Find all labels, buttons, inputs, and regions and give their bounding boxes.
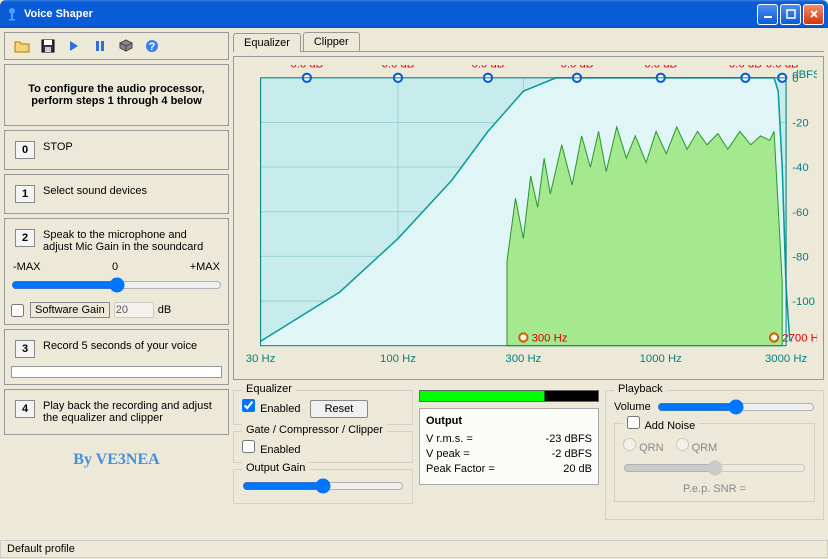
- volume-label: Volume: [614, 401, 651, 413]
- svg-text:-40: -40: [792, 162, 808, 174]
- qrm-label: QRM: [692, 442, 718, 454]
- help-icon[interactable]: ?: [143, 37, 161, 55]
- snr-label: P.e.p. SNR =: [623, 483, 806, 495]
- status-bar: Default profile: [0, 540, 828, 558]
- svg-text:0.0 dB: 0.0 dB: [766, 65, 799, 71]
- step-4-label: Play back the recording and adjust the e…: [43, 400, 218, 424]
- record-progress: [11, 366, 222, 378]
- svg-text:300 Hz: 300 Hz: [505, 353, 541, 365]
- svg-text:30 Hz: 30 Hz: [246, 353, 276, 365]
- qrm-radio: [676, 438, 689, 451]
- close-button[interactable]: [803, 4, 824, 25]
- step-1-label: Select sound devices: [43, 185, 218, 197]
- output-vrms-label: V r.m.s. =: [426, 433, 473, 445]
- step-4-panel: 4 Play back the recording and adjust the …: [4, 389, 229, 435]
- software-gain-label: Software Gain: [30, 302, 110, 318]
- gain-max-label: +MAX: [190, 261, 220, 273]
- step-0-panel: 0 STOP: [4, 130, 229, 170]
- gate-enabled-label: Enabled: [260, 444, 300, 456]
- volume-slider[interactable]: [657, 399, 815, 415]
- svg-text:0.0 dB: 0.0 dB: [561, 65, 594, 71]
- svg-text:-60: -60: [792, 207, 808, 219]
- toolbar: ?: [4, 32, 229, 60]
- step-0-button[interactable]: 0: [15, 141, 35, 159]
- open-icon[interactable]: [13, 37, 31, 55]
- equalizer-reset-button[interactable]: Reset: [310, 400, 369, 418]
- maximize-button[interactable]: [780, 4, 801, 25]
- tab-equalizer[interactable]: Equalizer: [233, 33, 301, 52]
- step-2-panel: 2 Speak to the microphone and adjust Mic …: [4, 218, 229, 325]
- playback-group-title: Playback: [614, 383, 667, 395]
- play-icon[interactable]: [65, 37, 83, 55]
- gate-group-title: Gate / Compressor / Clipper: [242, 424, 387, 436]
- vu-meter: [419, 390, 599, 402]
- step-2-label: Speak to the microphone and adjust Mic G…: [43, 229, 218, 253]
- software-gain-value[interactable]: [114, 302, 154, 318]
- output-gain-slider[interactable]: [242, 478, 404, 494]
- spectrum-chart[interactable]: 0-20-40-60-80-10030 Hz100 Hz300 Hz1000 H…: [233, 56, 824, 380]
- output-box: Output V r.m.s. = -23 dBFS V peak = -2 dBF…: [419, 408, 599, 485]
- svg-text:-20: -20: [792, 118, 808, 130]
- output-vrms-value: -23 dBFS: [546, 433, 592, 445]
- software-gain-unit: dB: [158, 304, 171, 316]
- tab-bar: Equalizer Clipper: [233, 32, 824, 52]
- output-peakfactor-value: 20 dB: [563, 463, 592, 475]
- gain-mid-label: 0: [112, 261, 118, 273]
- gate-enabled-checkbox[interactable]: [242, 440, 255, 453]
- svg-text:0.0 dB: 0.0 dB: [382, 65, 415, 71]
- addnoise-label: Add Noise: [644, 420, 695, 432]
- svg-text:300 Hz: 300 Hz: [532, 333, 568, 345]
- noise-slider: [623, 460, 806, 476]
- step-4-button[interactable]: 4: [15, 400, 35, 418]
- qrn-label: QRN: [639, 442, 663, 454]
- output-peakfactor-label: Peak Factor =: [426, 463, 495, 475]
- step-1-button[interactable]: 1: [15, 185, 35, 203]
- svg-text:1000 Hz: 1000 Hz: [640, 353, 683, 365]
- addnoise-checkbox[interactable]: [627, 416, 640, 429]
- software-gain-checkbox[interactable]: [11, 304, 24, 317]
- svg-text:dBFS: dBFS: [792, 69, 817, 81]
- svg-text:0.0 dB: 0.0 dB: [729, 65, 762, 71]
- step-0-label: STOP: [43, 141, 218, 153]
- svg-text:-80: -80: [792, 252, 808, 264]
- output-vpeak-value: -2 dBFS: [552, 448, 592, 460]
- svg-text:3000 Hz: 3000 Hz: [765, 353, 808, 365]
- step-1-panel: 1 Select sound devices: [4, 174, 229, 214]
- save-icon[interactable]: [39, 37, 57, 55]
- pause-icon[interactable]: [91, 37, 109, 55]
- svg-text:0.0 dB: 0.0 dB: [290, 65, 323, 71]
- equalizer-group-title: Equalizer: [242, 383, 296, 395]
- svg-text:0.0 dB: 0.0 dB: [472, 65, 505, 71]
- svg-text:?: ?: [149, 41, 156, 53]
- svg-text:2700 Hz: 2700 Hz: [782, 333, 817, 345]
- gain-min-label: -MAX: [13, 261, 41, 273]
- titlebar: Voice Shaper: [0, 0, 828, 28]
- step-3-label: Record 5 seconds of your voice: [43, 340, 218, 352]
- instruction-text: To configure the audio processor, perfor…: [4, 64, 229, 126]
- step-2-button[interactable]: 2: [15, 229, 35, 247]
- step-3-button[interactable]: 3: [15, 340, 35, 358]
- output-title: Output: [426, 415, 592, 427]
- minimize-button[interactable]: [757, 4, 778, 25]
- window-title: Voice Shaper: [24, 8, 755, 20]
- step-3-panel: 3 Record 5 seconds of your voice: [4, 329, 229, 385]
- mic-gain-slider[interactable]: [11, 277, 222, 293]
- svg-text:-100: -100: [792, 296, 815, 308]
- cube-icon[interactable]: [117, 37, 135, 55]
- qrn-radio: [623, 438, 636, 451]
- output-gain-title: Output Gain: [242, 462, 309, 474]
- svg-text:100 Hz: 100 Hz: [380, 353, 416, 365]
- equalizer-enabled-label: Enabled: [260, 403, 300, 415]
- app-icon: [4, 6, 20, 22]
- tab-clipper[interactable]: Clipper: [303, 32, 360, 51]
- equalizer-enabled-checkbox[interactable]: [242, 399, 255, 412]
- svg-text:0.0 dB: 0.0 dB: [644, 65, 677, 71]
- output-vpeak-label: V peak =: [426, 448, 470, 460]
- author-byline: By VE3NEA: [4, 439, 229, 481]
